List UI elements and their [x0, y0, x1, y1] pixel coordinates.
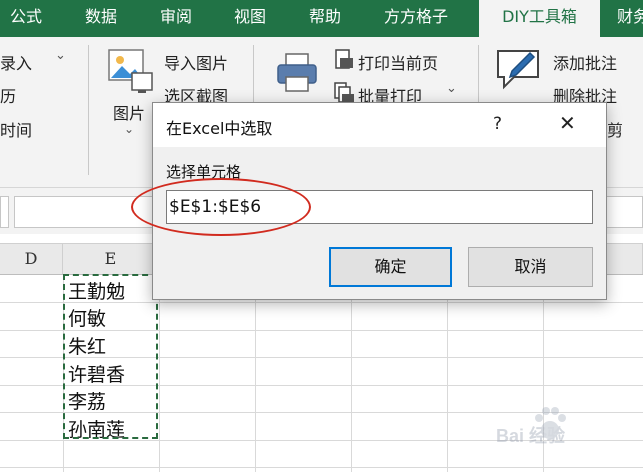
tab-review[interactable]: 审阅 [160, 0, 192, 37]
dialog-titlebar[interactable]: 在Excel中选取 ? ✕ [153, 103, 606, 147]
column-gridline [351, 274, 352, 472]
name-box[interactable] [0, 196, 9, 228]
group-separator [88, 45, 89, 175]
annotation-ellipse [131, 178, 311, 236]
ribbon-tab-bar: 公式 数据 审阅 视图 帮助 方方格子 DIY工具箱 财务 [0, 0, 643, 37]
comment-icon[interactable] [494, 45, 542, 93]
ribbon-item-entry[interactable]: 录入 ⌄ [0, 48, 66, 74]
tab-help[interactable]: 帮助 [309, 0, 341, 37]
help-icon[interactable]: ? [493, 114, 502, 134]
chevron-down-icon: ⌄ [55, 48, 66, 63]
tab-finance[interactable]: 财务 [617, 0, 643, 37]
column-gridline [447, 274, 448, 472]
column-header-d[interactable]: D [0, 244, 63, 274]
printer-icon[interactable] [276, 53, 318, 93]
ribbon-item-calendar[interactable]: 历 [0, 83, 16, 107]
tab-fangfang[interactable]: 方方格子 [384, 0, 448, 37]
tab-data[interactable]: 数据 [85, 0, 117, 37]
tab-view[interactable]: 视图 [234, 0, 266, 37]
column-header-e[interactable]: E [63, 244, 159, 274]
tab-formulas[interactable]: 公式 [10, 0, 42, 37]
print-current-page-button[interactable]: 打印当前页 [358, 50, 438, 74]
row-gridline [0, 467, 643, 468]
print-page-icon [333, 49, 355, 71]
add-comment-button[interactable]: 添加批注 [553, 50, 617, 74]
close-icon[interactable]: ✕ [559, 111, 576, 135]
picture-icon[interactable] [108, 49, 154, 95]
column-gridline [255, 274, 256, 472]
picture-button[interactable]: 图片 [113, 100, 145, 124]
ok-button[interactable]: 确定 [329, 247, 452, 287]
chevron-down-icon: ⌄ [446, 81, 457, 96]
import-picture-button[interactable]: 导入图片 [164, 50, 228, 74]
chevron-down-icon: ⌄ [124, 122, 135, 136]
cancel-button[interactable]: 取消 [468, 247, 593, 287]
selection-marquee [63, 274, 158, 439]
watermark: Bai 经验 [496, 404, 636, 446]
batch-print-icon [333, 82, 355, 104]
tab-diy-toolbox[interactable]: DIY工具箱 [479, 0, 600, 37]
dialog-title: 在Excel中选取 [166, 119, 273, 138]
watermark-text: Bai 经验 [496, 426, 566, 446]
ribbon-item-partial[interactable]: 剪 [607, 117, 623, 141]
column-gridline [159, 274, 160, 472]
ribbon-item-time[interactable]: 时间 [0, 117, 32, 141]
